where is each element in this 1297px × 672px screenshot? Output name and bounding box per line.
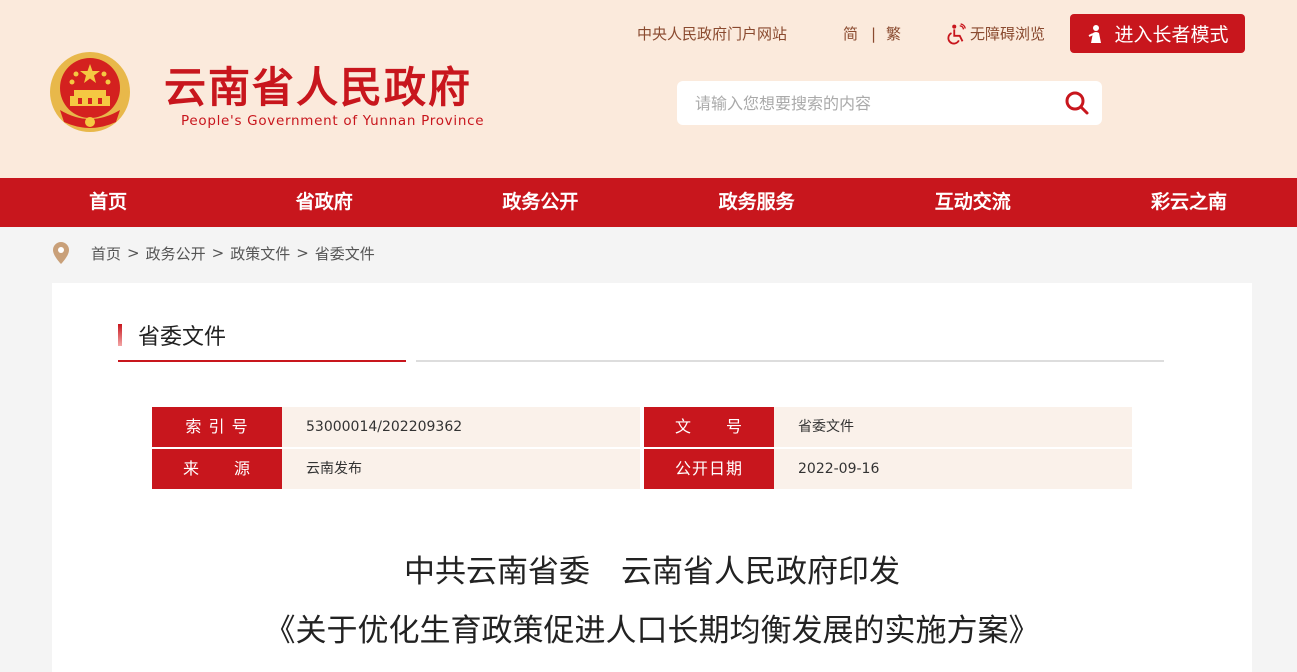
source-label: 来 源 xyxy=(152,449,282,489)
site-header: 云南省人民政府 People's Government of Yunnan Pr… xyxy=(0,0,1297,178)
document-title-line1: 中共云南省委 云南省人民政府印发 xyxy=(404,554,900,590)
traditional-chinese-link[interactable]: 繁 xyxy=(886,22,901,46)
wheelchair-icon xyxy=(947,23,966,45)
document-number-value: 省委文件 xyxy=(774,407,1132,447)
section-divider-accent xyxy=(118,360,406,362)
meta-row: 来 源 云南发布 公开日期 2022-09-16 xyxy=(152,449,1136,489)
accessibility-label: 无障碍浏览 xyxy=(970,25,1046,43)
content-panel: 省委文件 索 引 号 53000014/202209362 文 号 省委文件 来… xyxy=(52,283,1252,672)
search-box xyxy=(677,81,1102,125)
publish-date-value: 2022-09-16 xyxy=(774,449,1132,489)
meta-row: 索 引 号 53000014/202209362 文 号 省委文件 xyxy=(152,407,1136,447)
breadcrumb-provincial-committee-docs[interactable]: 省委文件 xyxy=(315,243,375,264)
national-emblem-icon xyxy=(50,52,130,132)
document-title-line2: 《关于优化生育政策促进人口长期均衡发展的实施方案》 xyxy=(264,613,1040,649)
site-subtitle: People's Government of Yunnan Province xyxy=(181,113,485,129)
document-meta-table: 索 引 号 53000014/202209362 文 号 省委文件 来 源 云南… xyxy=(152,407,1136,491)
meta-cell-index: 索 引 号 53000014/202209362 xyxy=(152,407,640,447)
nav-item-interaction[interactable]: 互动交流 xyxy=(865,178,1081,227)
elder-mode-label: 进入长者模式 xyxy=(1114,24,1229,46)
central-gov-portal-link[interactable]: 中央人民政府门户网站 xyxy=(637,22,787,46)
index-number-label: 索 引 号 xyxy=(152,407,282,447)
nav-item-yunnan[interactable]: 彩云之南 xyxy=(1081,178,1297,227)
breadcrumb-policy-docs[interactable]: 政策文件 xyxy=(230,243,290,264)
elder-mode-button[interactable]: 进入长者模式 xyxy=(1070,14,1245,53)
section-heading: 省委文件 xyxy=(118,319,226,351)
breadcrumb: 首页 > 政务公开 > 政策文件 > 省委文件 xyxy=(52,241,375,265)
breadcrumb-gov-affairs[interactable]: 政务公开 xyxy=(146,243,206,264)
section-title: 省委文件 xyxy=(138,325,227,350)
section-divider xyxy=(416,360,1164,362)
breadcrumb-separator: > xyxy=(127,244,140,262)
section-accent-bar xyxy=(118,324,122,346)
nav-item-home[interactable]: 首页 xyxy=(0,178,216,227)
breadcrumb-separator: > xyxy=(211,244,225,262)
meta-cell-date: 公开日期 2022-09-16 xyxy=(644,449,1132,489)
source-value: 云南发布 xyxy=(282,449,640,489)
breadcrumb-separator: > xyxy=(296,244,309,262)
location-pin-icon xyxy=(53,242,69,264)
nav-item-provincial-gov[interactable]: 省政府 xyxy=(216,178,432,227)
meta-cell-source: 来 源 云南发布 xyxy=(152,449,640,489)
breadcrumb-home[interactable]: 首页 xyxy=(91,243,121,264)
language-separator: | xyxy=(871,25,877,43)
site-title[interactable]: 云南省人民政府 xyxy=(164,62,472,114)
publish-date-label: 公开日期 xyxy=(644,449,774,489)
search-icon[interactable] xyxy=(1064,90,1090,116)
simplified-chinese-link[interactable]: 简 xyxy=(843,22,858,46)
search-input[interactable] xyxy=(695,81,1055,125)
elder-person-icon xyxy=(1089,24,1102,43)
main-nav: 首页 省政府 政务公开 政务服务 互动交流 彩云之南 xyxy=(0,178,1297,227)
document-number-label: 文 号 xyxy=(644,407,774,447)
nav-item-gov-services[interactable]: 政务服务 xyxy=(649,178,865,227)
accessibility-link[interactable]: 无障碍浏览 xyxy=(946,22,1045,46)
nav-item-gov-affairs[interactable]: 政务公开 xyxy=(432,178,648,227)
meta-cell-docno: 文 号 省委文件 xyxy=(644,407,1132,447)
index-number-value: 53000014/202209362 xyxy=(282,407,640,447)
